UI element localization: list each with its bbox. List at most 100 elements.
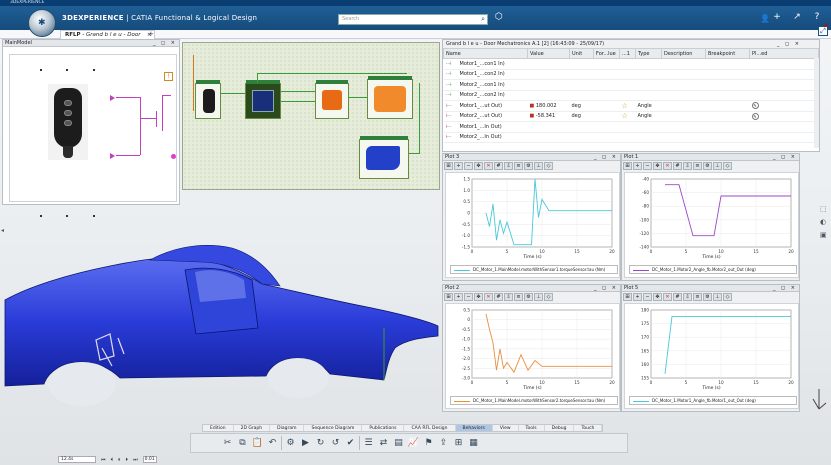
pan-icon[interactable]: ✥ bbox=[653, 162, 662, 170]
tab-view[interactable]: View bbox=[493, 425, 519, 431]
star-icon[interactable]: ☆ bbox=[622, 112, 628, 120]
settings-icon[interactable]: ⚙ bbox=[703, 293, 712, 301]
search-icon[interactable]: ⌕ bbox=[481, 15, 485, 24]
close-panel-icon[interactable]: ✕ bbox=[823, 22, 829, 30]
section-icon[interactable]: ▣ bbox=[820, 231, 827, 239]
add-icon[interactable]: + bbox=[771, 12, 783, 22]
simulate-icon[interactable]: ▶ bbox=[299, 437, 312, 450]
column-header[interactable]: Pl...ed bbox=[749, 48, 819, 59]
parameters-icon[interactable]: ⊞ bbox=[452, 437, 465, 450]
panel-controls[interactable]: _ ◻ × bbox=[773, 154, 797, 161]
share-icon[interactable]: ↗ bbox=[791, 12, 803, 22]
tab-publications[interactable]: Publications bbox=[362, 425, 405, 431]
column-header[interactable]: ...1 bbox=[619, 48, 636, 59]
zoom-fit-icon[interactable]: ⊞ bbox=[444, 162, 453, 170]
view-icon[interactable]: ⬚ bbox=[820, 205, 827, 213]
plot-canvas[interactable]: 1.5 1.0 0.5 0 -0.5 -1.0 -1.5 0 5 10 15 20 Time (s) … bbox=[445, 172, 620, 278]
selection-handle[interactable] bbox=[66, 69, 68, 71]
plot-canvas[interactable]: 0.5 0 -0.5 -1.0 -1.5 -2.0 -2.5 -3.0 0 5 10 15 20 Tim… bbox=[445, 303, 620, 409]
axis-icon[interactable]: ⊥ bbox=[534, 293, 543, 301]
settings-icon[interactable]: ⚙ bbox=[524, 162, 533, 170]
export-icon[interactable]: ⇩ bbox=[683, 293, 692, 301]
tab-edition[interactable]: Edition bbox=[203, 425, 234, 431]
rewind-icon[interactable]: ⏮ bbox=[101, 457, 106, 463]
panel-controls[interactable]: _ ◻ × bbox=[594, 154, 618, 161]
line-chart[interactable]: 0.50-0.5-1.0-1.5-2.0-2.5-3.00 5 10 15 20 bbox=[446, 304, 621, 410]
marker-icon[interactable]: ◇ bbox=[723, 162, 732, 170]
report-icon[interactable]: ▦ bbox=[467, 437, 480, 450]
export-icon[interactable]: ⇩ bbox=[504, 293, 513, 301]
column-header[interactable]: Name bbox=[443, 48, 528, 59]
tab-diagram[interactable]: Diagram bbox=[270, 425, 305, 431]
new-tab-icon[interactable]: + bbox=[148, 30, 154, 38]
diagram-block-motor[interactable] bbox=[315, 80, 349, 119]
marker-icon[interactable]: ◇ bbox=[544, 293, 553, 301]
pause-icon[interactable]: ⏸ bbox=[118, 457, 121, 463]
panel-controls[interactable]: _ ◻ × bbox=[594, 285, 618, 292]
row-value[interactable] bbox=[527, 79, 570, 91]
plot-link-icon[interactable]: ✎ bbox=[751, 102, 759, 110]
zoom-in-icon[interactable]: + bbox=[633, 162, 642, 170]
search-input[interactable]: Search ⌕ bbox=[338, 14, 488, 25]
panel-controls[interactable]: _ ◻ × bbox=[773, 285, 797, 292]
undo-icon[interactable]: ↶ bbox=[266, 437, 279, 450]
table-row[interactable]: ⊢· Motor1_...ut Out) ■ 180.002 deg ☆ Angl… bbox=[443, 100, 819, 112]
table-row[interactable]: ⊢· Motor2_...In Out) bbox=[443, 132, 819, 143]
zoom-fit-icon[interactable]: ⊞ bbox=[444, 293, 453, 301]
pan-icon[interactable]: ✥ bbox=[653, 293, 662, 301]
tab-2d-graph[interactable]: 2D Graph bbox=[234, 425, 271, 431]
plot-link-icon[interactable]: ✎ bbox=[751, 112, 759, 120]
output-port-icon[interactable] bbox=[110, 95, 115, 101]
column-header[interactable]: Type bbox=[635, 48, 662, 59]
zoom-out-icon[interactable]: − bbox=[643, 293, 652, 301]
settings-icon[interactable]: ⚙ bbox=[703, 162, 712, 170]
tab-behaviors[interactable]: Behaviors bbox=[455, 425, 493, 431]
row-value[interactable]: -58.341 bbox=[536, 113, 555, 119]
time-field[interactable]: 12.4s bbox=[58, 456, 96, 463]
check-icon[interactable]: ✔ bbox=[344, 437, 357, 450]
zoom-fit-icon[interactable]: ⊞ bbox=[623, 293, 632, 301]
car-3d-viewport[interactable] bbox=[0, 208, 440, 423]
zoom-in-icon[interactable]: + bbox=[633, 293, 642, 301]
marker-icon[interactable]: ◇ bbox=[544, 162, 553, 170]
grid-icon[interactable]: # bbox=[673, 162, 682, 170]
column-header[interactable]: Unit bbox=[569, 48, 594, 59]
step-forward-icon[interactable]: ⏭ bbox=[133, 457, 138, 463]
refresh-icon[interactable]: ↻ bbox=[314, 437, 327, 450]
debug-icon[interactable]: ⚑ bbox=[422, 437, 435, 450]
output-port-icon[interactable] bbox=[110, 153, 115, 159]
row-value[interactable] bbox=[527, 58, 570, 70]
diagram-block-door[interactable] bbox=[359, 136, 409, 179]
pan-icon[interactable]: ✥ bbox=[474, 162, 483, 170]
tab-touch[interactable]: Touch bbox=[574, 425, 603, 431]
render-icon[interactable]: ◐ bbox=[820, 218, 827, 226]
grid-icon[interactable]: # bbox=[494, 293, 503, 301]
clear-icon[interactable]: ✕ bbox=[484, 162, 493, 170]
zoom-in-icon[interactable]: + bbox=[454, 293, 463, 301]
row-value[interactable] bbox=[527, 121, 570, 133]
grid-icon[interactable]: # bbox=[673, 293, 682, 301]
line-chart[interactable]: 180 175 170 165 160 1550 5 10 15 20 bbox=[625, 304, 800, 410]
tab-caa-rfl-design[interactable]: CAA RFL Design bbox=[404, 425, 456, 431]
model-canvas[interactable] bbox=[9, 54, 177, 217]
line-chart[interactable]: 1.51.00.50-0.5-1.0-1.50 5 10 15 20 bbox=[446, 173, 621, 279]
export-icon[interactable]: ⇩ bbox=[504, 162, 513, 170]
step-back-icon[interactable]: ⏴ bbox=[111, 457, 114, 463]
table-row[interactable]: ⊢· Motor2_...ut Out) ■ -58.341 deg ☆ Angl… bbox=[443, 111, 819, 122]
axis-triad-icon[interactable] bbox=[812, 385, 827, 411]
table-row[interactable]: ·⊣ Motor2_...con2 In) bbox=[443, 90, 819, 101]
legend-icon[interactable]: ≡ bbox=[693, 162, 702, 170]
legend-icon[interactable]: ≡ bbox=[514, 293, 523, 301]
clear-icon[interactable]: ✕ bbox=[663, 293, 672, 301]
compass-icon[interactable]: ✱ bbox=[28, 9, 56, 37]
tab-tools[interactable]: Tools bbox=[519, 425, 545, 431]
axis-icon[interactable]: ⊥ bbox=[713, 293, 722, 301]
behavior-icon[interactable]: ⚙ bbox=[284, 437, 297, 450]
zoom-out-icon[interactable]: − bbox=[464, 293, 473, 301]
row-value[interactable] bbox=[527, 132, 570, 143]
step-icon[interactable]: ↺ bbox=[329, 437, 342, 450]
zoom-fit-icon[interactable]: ⊞ bbox=[623, 162, 632, 170]
legend-icon[interactable]: ≡ bbox=[514, 162, 523, 170]
tab-sequence-diagram[interactable]: Sequence Diagram bbox=[304, 425, 363, 431]
plot-icon[interactable]: 📈 bbox=[407, 437, 420, 450]
